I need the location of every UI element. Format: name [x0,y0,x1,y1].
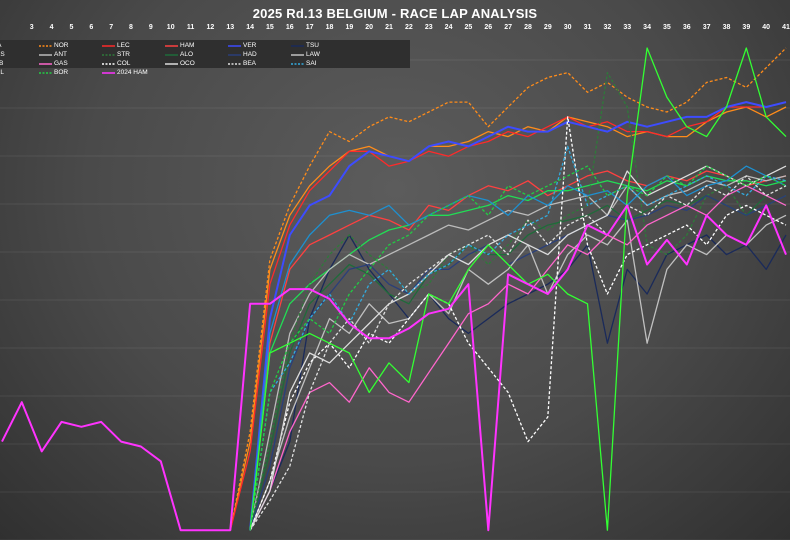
legend-swatch [291,63,304,65]
legend-label: ANT [54,51,67,58]
legend-label: SAI [306,60,317,67]
series-line-rus [249,175,787,531]
legend-swatch [291,45,304,47]
series-line-lec [229,101,787,531]
legend: PIA NOR LEC HAM VER TSU RUS ANT STR ALO HAD LAW ALB G… [0,40,410,76]
legend-label: STR [117,51,130,58]
legend-swatch [102,72,115,74]
series-line-pia [229,106,787,531]
legend-item: BEA [228,59,292,69]
legend-label: BOR [54,69,69,76]
series-line-had [249,194,787,531]
legend-swatch [228,63,241,65]
legend-label: GAS [54,60,68,67]
legend-swatch [165,63,178,65]
legend-swatch [228,45,241,47]
legend-label: OCO [180,60,195,67]
legend-label: RUS [0,51,5,58]
legend-item: 2024 HAM [102,68,166,78]
legend-swatch [102,45,115,47]
legend-label: LEC [117,42,130,49]
series-line-law [249,214,787,531]
series-line-bea [249,175,787,531]
legend-swatch [228,54,241,56]
series-line-col [249,116,787,531]
legend-label: 2024 HAM [117,69,148,76]
legend-swatch [39,63,52,65]
plot-area [0,47,790,540]
legend-label: LAW [306,51,320,58]
legend-swatch [165,54,178,56]
legend-swatch [39,54,52,56]
legend-swatch [39,45,52,47]
legend-label: HAM [180,42,195,49]
series-line-ham [249,170,787,531]
legend-label: NOR [54,42,69,49]
legend-label: ALB [0,60,4,67]
series-line-alo [249,194,787,531]
legend-swatch [39,72,52,74]
legend-item: HUL [0,68,40,78]
legend-item: SAI [291,59,355,69]
legend-swatch [102,63,115,65]
legend-label: COL [117,60,131,67]
legend-label: BEA [243,60,257,67]
legend-label: HAD [243,51,257,58]
series-line-ant [249,175,787,531]
legend-swatch [102,54,115,56]
legend-label: HUL [0,69,5,76]
legend-item: OCO [165,59,229,69]
legend-item: BOR [39,68,103,78]
legend-label: ALO [180,51,194,58]
legend-label: TSU [306,42,319,49]
legend-swatch [291,54,304,56]
legend-swatch [165,45,178,47]
legend-label: VER [243,42,257,49]
legend-label: PIA [0,41,1,50]
